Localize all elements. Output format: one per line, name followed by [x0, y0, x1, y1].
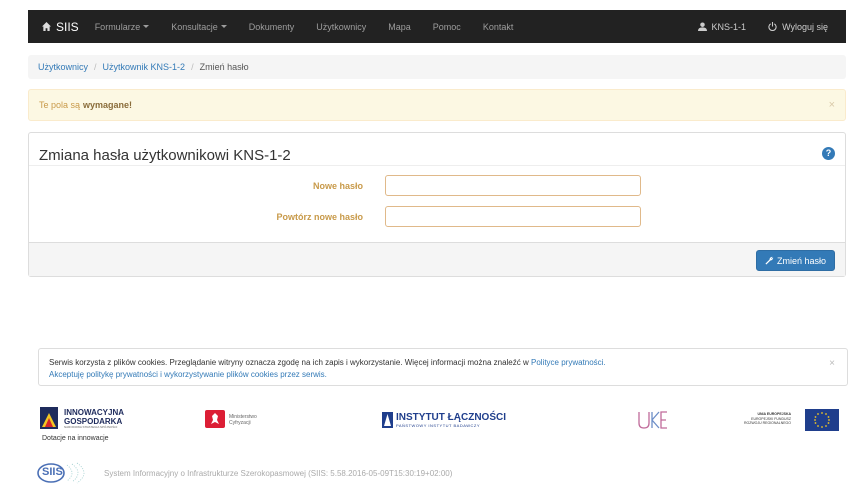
il-name: INSTYTUT ŁĄCZNOŚCI	[396, 412, 506, 423]
eu-flag-icon	[805, 409, 839, 431]
nav-dokumenty[interactable]: Dokumenty	[249, 22, 295, 32]
eu-line3: ROZWOJU REGIONALNEGO	[743, 421, 791, 425]
innowacyjna-gospodarka-logo: INNOWACYJNA GOSPODARKA NARODOWA STRATEGIA…	[40, 407, 160, 447]
nav-label: Użytkownicy	[316, 21, 367, 32]
panel-title: Zmiana hasła użytkownikowi KNS-1-2	[39, 147, 291, 164]
ig-mark-icon	[40, 407, 58, 429]
eu-line1: UNIA EUROPEJSKA	[757, 412, 791, 416]
accept-cookies-link[interactable]: Akceptuję politykę prywatności i wykorzy…	[49, 370, 327, 379]
eu-logo: UNIA EUROPEJSKA EUROPEJSKI FUNDUSZ ROZWO…	[735, 409, 843, 431]
siis-logo-text: SIIS	[42, 466, 63, 478]
new-password-input[interactable]	[385, 175, 641, 196]
ministerstwo-cyfryzacji-logo: Ministerstwo Cyfryzacji	[205, 410, 285, 430]
logout-label: Wyloguj się	[782, 21, 828, 32]
chevron-down-icon	[143, 25, 150, 28]
nav-uzytkownicy[interactable]: Użytkownicy	[316, 22, 366, 32]
breadcrumb-user[interactable]: Użytkownik KNS-1-2	[103, 62, 186, 72]
required-fields-alert: Te pola są wymagane! ×	[28, 89, 846, 121]
breadcrumb-separator: /	[191, 62, 194, 72]
siis-footer-logo: SIIS	[37, 462, 92, 484]
alert-emphasis: wymagane!	[83, 100, 133, 110]
repeat-password-label: Powtórz nowe hasło	[276, 212, 363, 222]
chevron-down-icon	[220, 25, 227, 28]
eu-line2: EUROPEJSKI FUNDUSZ	[751, 416, 791, 421]
change-password-label: Zmień hasło	[776, 255, 826, 266]
nav-user[interactable]: KNS-1-1	[697, 21, 747, 32]
eagle-emblem-icon	[205, 410, 225, 428]
instytut-lacznosci-logo: INSTYTUT ŁĄCZNOŚCI PAŃSTWOWY INSTYTUT BA…	[382, 412, 512, 432]
il-subtitle: PAŃSTWOWY INSTYTUT BADAWCZY	[396, 423, 481, 428]
site-footer: SIIS System Informacyjny o Infrastruktur…	[37, 461, 452, 485]
breadcrumb-separator: /	[94, 62, 97, 72]
nav-kontakt[interactable]: Kontakt	[483, 22, 514, 32]
cookie-text: Serwis korzysta z plików cookies. Przegl…	[49, 358, 529, 367]
cookie-close-button[interactable]: ×	[829, 358, 835, 370]
alert-text: Te pola są	[39, 100, 81, 110]
user-icon	[697, 22, 707, 31]
uke-mark-icon	[638, 411, 667, 429]
partner-logos: INNOWACYJNA GOSPODARKA NARODOWA STRATEGIA…	[0, 407, 865, 447]
wrench-icon	[765, 256, 774, 265]
privacy-policy-link[interactable]: Polityce prywatności.	[531, 358, 606, 367]
cookie-banner: Serwis korzysta z plików cookies. Przegl…	[38, 348, 848, 386]
ig-line1: INNOWACYJNA	[64, 408, 125, 417]
new-password-label: Nowe hasło	[312, 181, 363, 191]
panel-footer: Zmień hasło	[29, 242, 845, 276]
repeat-password-input[interactable]	[385, 206, 641, 227]
home-icon	[42, 22, 51, 31]
breadcrumb-users[interactable]: Użytkownicy	[38, 62, 88, 72]
power-icon	[768, 22, 777, 31]
nav-label: Kontakt	[482, 21, 514, 32]
uke-logo	[637, 409, 669, 431]
nav-label: Mapa	[388, 21, 411, 32]
ig-subtitle: Dotacje na innowacje	[42, 435, 109, 442]
change-password-panel: Zmiana hasła użytkownikowi KNS-1-2 ? Now…	[28, 132, 846, 277]
breadcrumb-current: Zmień hasło	[199, 62, 249, 72]
change-password-button[interactable]: Zmień hasło	[755, 250, 835, 271]
nav-mapa[interactable]: Mapa	[388, 22, 411, 32]
eu-text: UNIA EUROPEJSKA EUROPEJSKI FUNDUSZ ROZWO…	[744, 412, 791, 426]
nav-konsultacje[interactable]: Konsultacje	[171, 22, 227, 32]
top-navbar: SIIS Formularze Konsultacje Dokumenty Uż…	[28, 10, 846, 43]
ig-line3: NARODOWA STRATEGIA SPÓJNOŚCI	[64, 425, 118, 429]
nav-label: Dokumenty	[248, 21, 295, 32]
user-label: KNS-1-1	[711, 21, 747, 32]
il-mark-icon	[382, 412, 393, 428]
ministry-label: Ministerstwo Cyfryzacji	[229, 414, 257, 426]
breadcrumb: Użytkownicy / Użytkownik KNS-1-2 / Zmień…	[28, 55, 846, 79]
panel-divider	[29, 165, 845, 166]
brand-link[interactable]: SIIS	[42, 20, 79, 34]
nav-label: Konsultacje	[171, 21, 218, 32]
brand-label: SIIS	[56, 19, 79, 34]
nav-formularze[interactable]: Formularze	[95, 22, 150, 32]
logout-button[interactable]: Wyloguj się	[768, 22, 828, 32]
nav-pomoc[interactable]: Pomoc	[433, 22, 461, 32]
help-icon[interactable]: ?	[822, 147, 835, 160]
ig-title: INNOWACYJNA GOSPODARKA	[64, 408, 124, 426]
nav-label: Pomoc	[432, 21, 461, 32]
footer-text: System Informacyjny o Infrastrukturze Sz…	[104, 468, 453, 478]
alert-close-button[interactable]: ×	[829, 99, 835, 111]
nav-label: Formularze	[94, 21, 141, 32]
